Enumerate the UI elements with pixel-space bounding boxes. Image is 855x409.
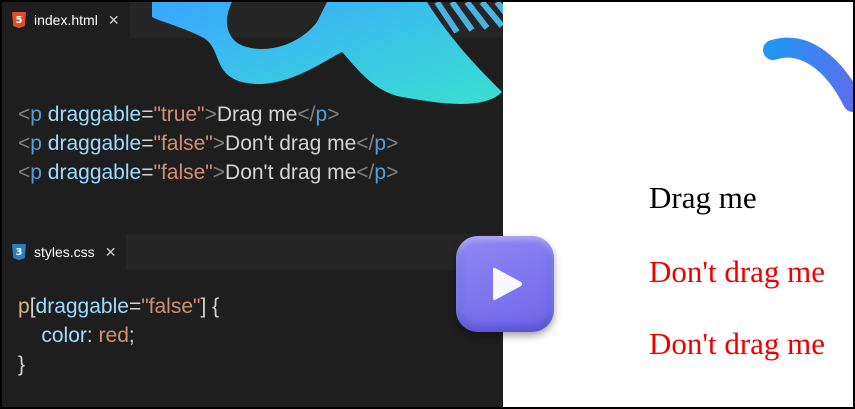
css-editor-pane: 3 styles.css ✕ p[draggable="false"] { co… bbox=[2, 234, 503, 407]
code-line: <p draggable="false">Don't drag me</p> bbox=[18, 132, 399, 155]
close-icon[interactable]: ✕ bbox=[108, 12, 120, 29]
code-line: color: red; bbox=[41, 324, 135, 347]
tab-label: index.html bbox=[34, 12, 98, 28]
close-icon[interactable]: ✕ bbox=[105, 244, 117, 261]
css-code[interactable]: p[draggable="false"] { color: red;} bbox=[18, 292, 219, 379]
preview-paragraph: Don't drag me bbox=[649, 254, 826, 289]
browser-preview: Drag me Don't drag me Don't drag me bbox=[503, 2, 853, 407]
tab-label: styles.css bbox=[34, 244, 95, 260]
play-button[interactable] bbox=[456, 236, 554, 332]
code-line: <p draggable="false">Don't drag me</p> bbox=[18, 161, 399, 184]
preview-paragraph: Don't drag me bbox=[649, 326, 826, 361]
screenshot-frame: 5 index.html ✕ <p draggable="true">Drag … bbox=[0, 0, 855, 409]
css-tab-bar: 3 styles.css ✕ bbox=[2, 234, 503, 270]
code-line: } bbox=[18, 353, 26, 376]
decorative-arc bbox=[763, 37, 853, 112]
html-code[interactable]: <p draggable="true">Drag me</p> <p dragga… bbox=[18, 100, 398, 187]
play-icon bbox=[493, 267, 522, 301]
html-tab-bar: 5 index.html ✕ bbox=[2, 2, 503, 38]
preview-paragraph[interactable]: Drag me bbox=[649, 180, 757, 216]
code-line: p[draggable="false"] { bbox=[18, 295, 220, 318]
tab-styles-css[interactable]: 3 styles.css ✕ bbox=[2, 234, 127, 270]
html5-icon: 5 bbox=[12, 12, 26, 28]
css3-icon: 3 bbox=[12, 244, 26, 260]
html-editor-pane: 5 index.html ✕ <p draggable="true">Drag … bbox=[2, 2, 503, 234]
code-line: <p draggable="true">Drag me</p> bbox=[18, 103, 340, 126]
tab-index-html[interactable]: 5 index.html ✕ bbox=[2, 2, 130, 38]
code-editor: 5 index.html ✕ <p draggable="true">Drag … bbox=[2, 2, 552, 407]
